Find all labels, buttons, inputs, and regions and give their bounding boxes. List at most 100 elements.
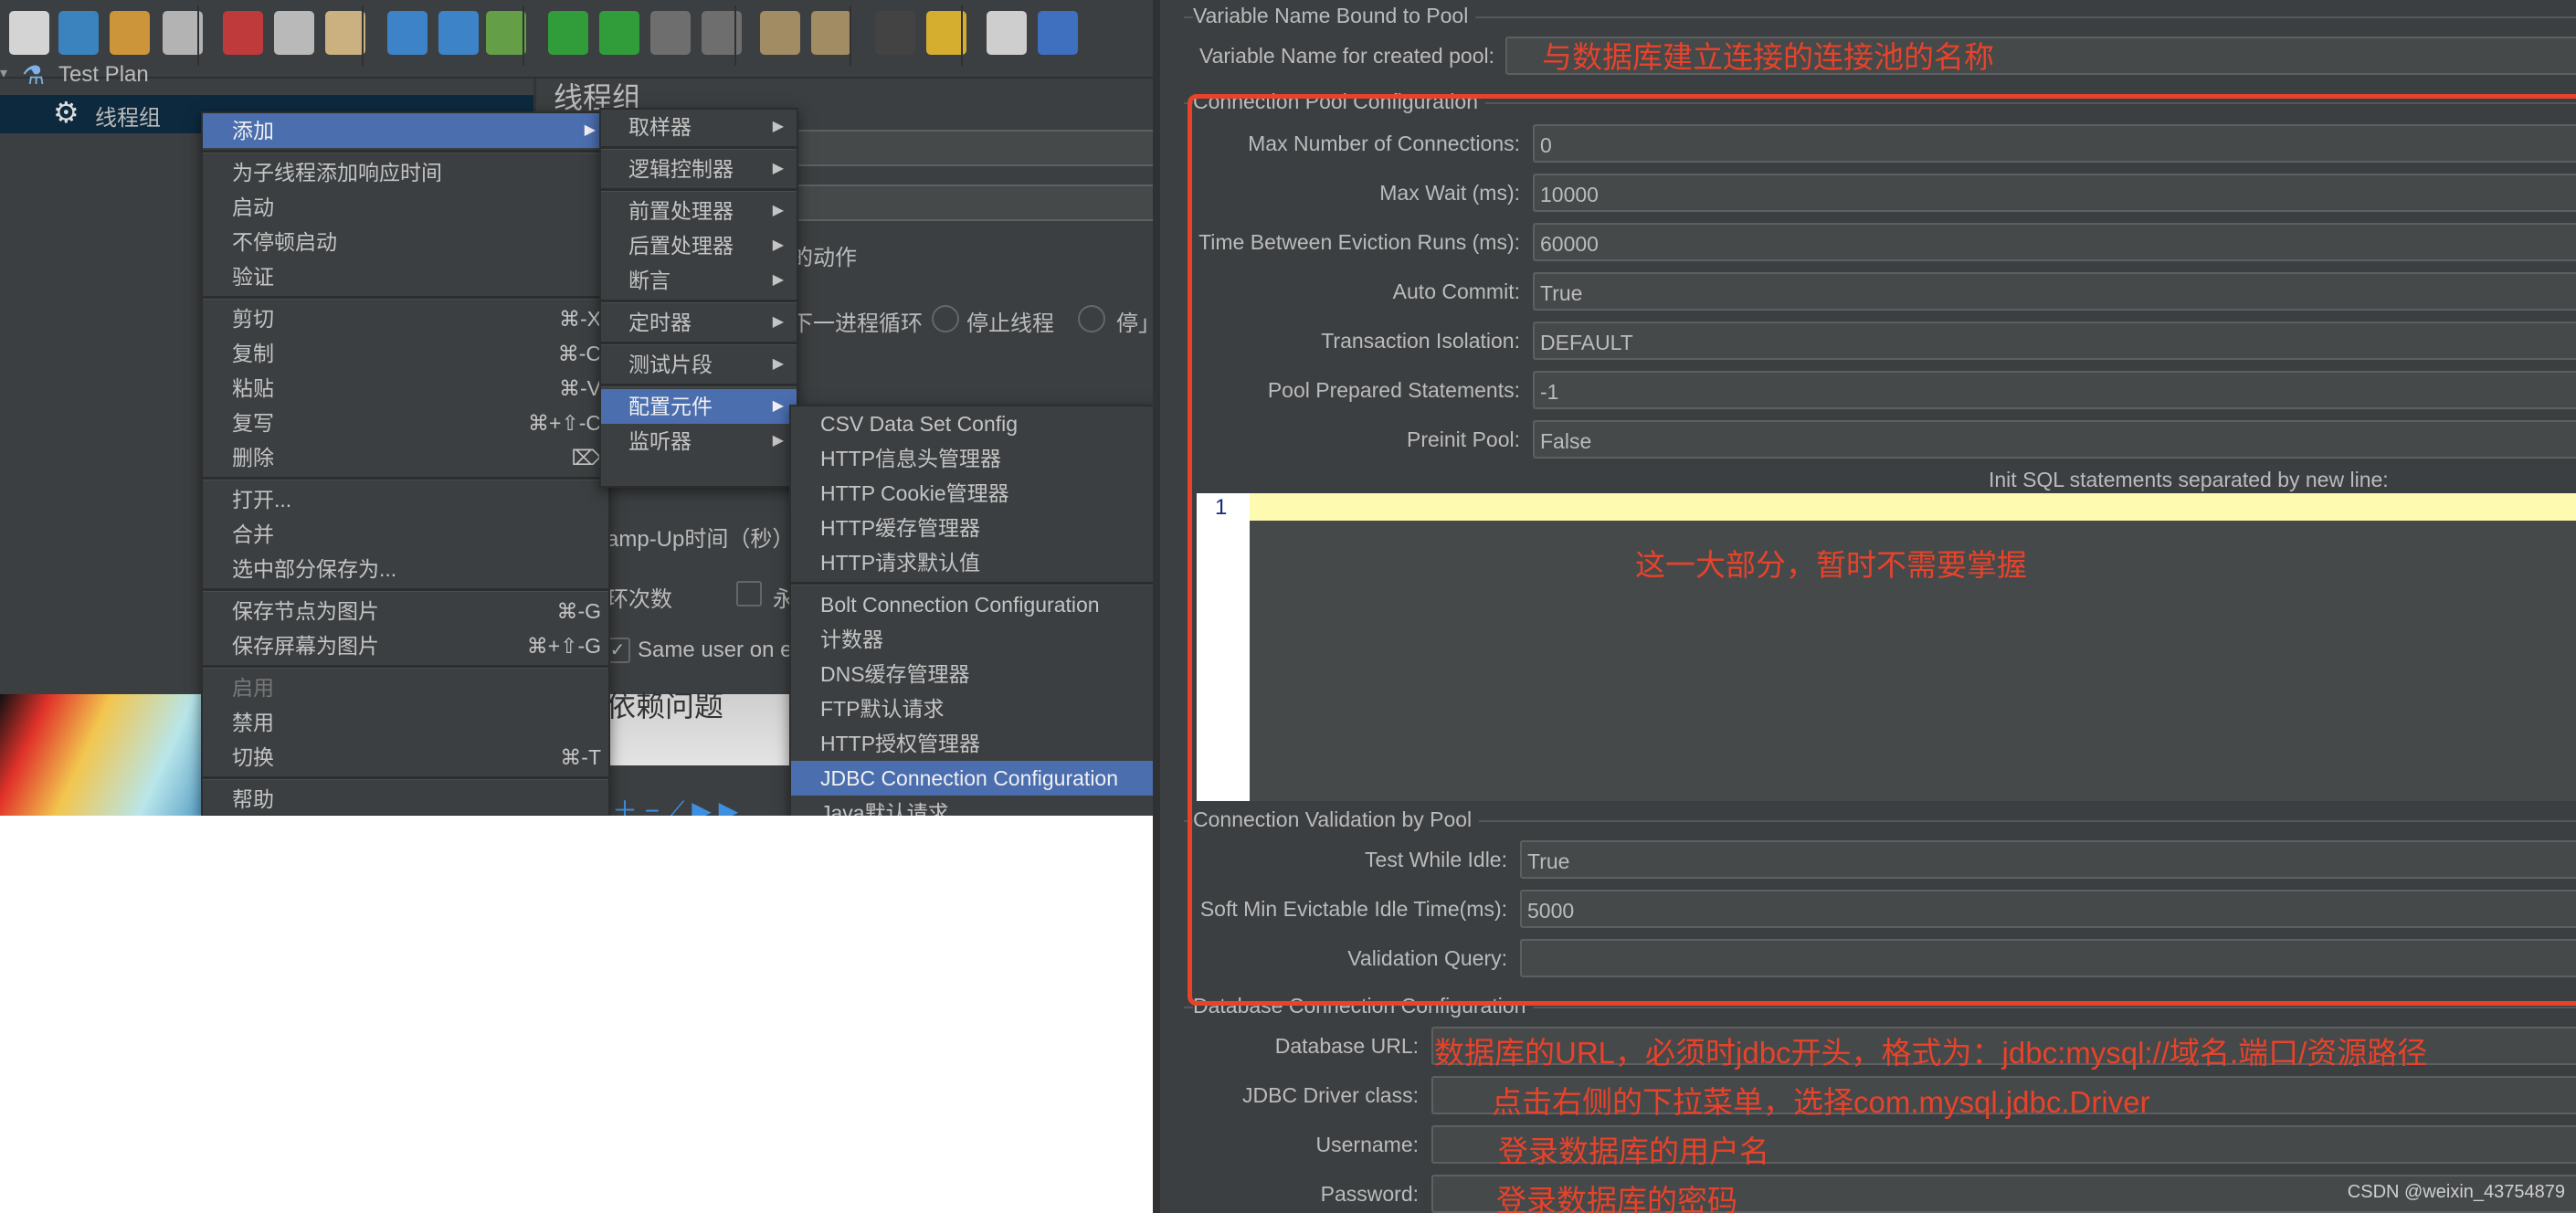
clear-all-icon[interactable] (811, 11, 851, 55)
menu-item[interactable]: 取样器 ▶ (601, 110, 797, 144)
open-templates-icon[interactable] (58, 11, 99, 55)
function-helper-icon[interactable] (987, 11, 1027, 55)
action-label: 的动作 (791, 246, 857, 270)
menu-item-http[interactable]: HTTP缓存管理器 (791, 511, 1153, 545)
menu-item-jdbc-connection-configuration[interactable]: JDBC Connection Configuration (791, 761, 1153, 796)
menu-item[interactable]: 切换 ⌘-T (203, 740, 608, 775)
menu-item-label: 取样器 (628, 115, 692, 139)
db-field-username-label: Username: (1315, 1133, 1419, 1156)
menu-item-java[interactable]: Java默认请求 (791, 796, 1153, 816)
menu-item-label: 逻辑控制器 (628, 157, 734, 181)
context-menu: 添加 ▶ 为子线程添加响应时间 启动不停顿启动验证剪切 ⌘-X 复制 ⌘-C 粘贴 ⌘-V 复写 ⌘… (201, 111, 610, 816)
menu-item[interactable]: 计数器 (791, 622, 1153, 657)
stop-test-radio[interactable] (1078, 305, 1105, 332)
menu-item-label: 添加 (232, 119, 274, 142)
menu-item-csv-data-set-config[interactable]: CSV Data Set Config (791, 406, 1153, 441)
menu-item[interactable]: 打开... (203, 482, 608, 517)
tree-item-test-plan[interactable]: Test Plan (58, 62, 149, 88)
annotation-db-url: 数据库的URL，必须时jdbc开头，格式为：jdbc:mysql://域名.端口… (1434, 1036, 2428, 1070)
menu-item[interactable]: 粘贴 ⌘-V (203, 371, 608, 406)
flask-icon: ⚗ (22, 61, 46, 90)
menu-item-label: 保存屏幕为图片 (232, 634, 379, 658)
menu-item-label: Java默认请求 (820, 801, 949, 816)
name-field[interactable] (786, 130, 1153, 166)
comment-field[interactable] (786, 185, 1153, 221)
toolbar-separator (961, 5, 963, 66)
expand-icon[interactable] (387, 11, 428, 55)
stop-icon[interactable] (650, 11, 691, 55)
menu-item-dns[interactable]: DNS缓存管理器 (791, 657, 1153, 691)
copy-icon[interactable] (274, 11, 314, 55)
tree-item-thread-group[interactable]: 线程组 (95, 100, 161, 132)
cut-icon[interactable] (223, 11, 263, 55)
menu-item[interactable]: 验证 (203, 259, 608, 294)
menu-item[interactable]: 后置处理器 ▶ (601, 228, 797, 263)
submenu-arrow-icon: ▶ (584, 122, 596, 138)
next-loop-radio-label[interactable]: 下一进程循环 (791, 305, 923, 337)
search-icon[interactable] (875, 11, 915, 55)
menu-separator (203, 477, 608, 480)
menu-item[interactable]: 启动 (203, 190, 608, 225)
wallpaper-image (0, 694, 223, 816)
menu-item[interactable]: 定时器 ▶ (601, 305, 797, 340)
menu-item[interactable]: 为子线程添加响应时间 (203, 155, 608, 190)
menu-item[interactable]: 不停顿启动 (203, 225, 608, 259)
menu-separator (203, 665, 608, 669)
open-icon[interactable] (110, 11, 150, 55)
forever-checkbox[interactable] (736, 581, 762, 606)
gear-icon: ⚙ (53, 96, 79, 129)
start-icon[interactable] (548, 11, 588, 55)
menu-item-label: 断言 (628, 269, 670, 292)
shortcut-label: ⌘-G (556, 599, 601, 623)
menu-separator (601, 300, 797, 303)
menu-separator (203, 150, 608, 153)
menu-item[interactable]: 保存节点为图片 ⌘-G (203, 594, 608, 628)
menu-item[interactable]: 断言 ▶ (601, 263, 797, 298)
help-icon[interactable] (1038, 11, 1078, 55)
menu-item[interactable]: 保存屏幕为图片 ⌘+⇧-G (203, 628, 608, 663)
menu-item[interactable]: 监听器 ▶ (601, 424, 797, 459)
stop-thread-radio[interactable] (932, 305, 959, 332)
menu-item-label: 后置处理器 (628, 234, 734, 258)
menu-item[interactable]: 选中部分保存为... (203, 552, 608, 586)
menu-item-bolt-connection-configuration[interactable]: Bolt Connection Configuration (791, 587, 1153, 622)
menu-item[interactable]: 配置元件 ▶ (601, 389, 797, 424)
menu-item-http-cookie[interactable]: HTTP Cookie管理器 (791, 476, 1153, 511)
menu-separator (791, 582, 1153, 585)
menu-item-http[interactable]: HTTP请求默认值 (791, 545, 1153, 580)
menu-item[interactable]: 删除 ⌦ (203, 440, 608, 475)
collapse-icon[interactable] (438, 11, 479, 55)
menu-item-http[interactable]: HTTP信息头管理器 (791, 441, 1153, 476)
menu-item[interactable]: 前置处理器 ▶ (601, 194, 797, 228)
menu-item[interactable]: 添加 ▶ (203, 113, 608, 148)
tree-expand-icon[interactable]: ▾ (0, 64, 7, 82)
menu-item-ftp[interactable]: FTP默认请求 (791, 691, 1153, 726)
menu-item[interactable]: 剪切 ⌘-X (203, 301, 608, 336)
menu-item[interactable]: 逻辑控制器 ▶ (601, 152, 797, 186)
shortcut-label: ⌘+⇧-C (528, 411, 601, 435)
menu-item-label: 删除 (232, 446, 274, 469)
annotation-pool: 这一大部分，暂时不需要掌握 (1635, 548, 2027, 582)
menu-item-label: 前置处理器 (628, 199, 734, 223)
new-template-icon[interactable] (9, 11, 49, 55)
menu-item[interactable]: 复写 ⌘+⇧-C (203, 406, 608, 440)
toggle-icon[interactable] (486, 11, 526, 55)
db-field-database-url-label: Database URL: (1274, 1034, 1419, 1058)
start-no-pause-icon[interactable] (599, 11, 639, 55)
menu-item[interactable]: 测试片段 ▶ (601, 347, 797, 382)
clear-icon[interactable] (760, 11, 800, 55)
menu-item-label: 帮助 (232, 787, 274, 811)
menu-item-label: 不停顿启动 (232, 230, 337, 254)
menu-item[interactable]: 禁用 (203, 705, 608, 740)
db-field-password-label: Password: (1320, 1182, 1419, 1206)
menu-item[interactable]: 复制 ⌘-C (203, 336, 608, 371)
submenu-arrow-icon: ▶ (772, 237, 784, 253)
submenu-arrow-icon: ▶ (772, 433, 784, 448)
menu-item[interactable]: 合并 (203, 517, 608, 552)
menu-item[interactable]: 帮助 (203, 782, 608, 815)
menu-item-label: FTP默认请求 (820, 697, 945, 721)
toolbar-separator (362, 5, 364, 66)
paste-icon[interactable] (325, 11, 365, 55)
toolbar-separator (734, 5, 736, 66)
menu-item-http[interactable]: HTTP授权管理器 (791, 726, 1153, 761)
